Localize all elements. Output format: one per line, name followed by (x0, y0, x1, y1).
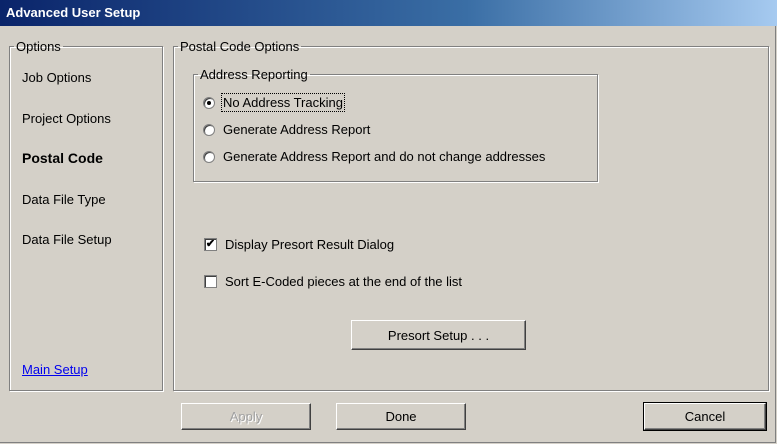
radio-indicator[interactable] (203, 123, 215, 136)
checkbox-box[interactable] (204, 275, 217, 288)
checkbox-label: Display Presort Result Dialog (225, 237, 395, 252)
radio-label: Generate Address Report and do not chang… (223, 149, 546, 164)
title-bar: Advanced User Setup (0, 0, 777, 26)
radio-no-address-tracking[interactable]: No Address Tracking (203, 93, 345, 112)
done-button[interactable]: Done (336, 403, 466, 430)
apply-button[interactable]: Apply (181, 403, 311, 430)
postal-code-options-legend: Postal Code Options (180, 39, 300, 54)
address-reporting-legend: Address Reporting (200, 67, 308, 82)
checkbox-display-presort-result[interactable]: ✔ Display Presort Result Dialog (204, 237, 394, 252)
nav-item-postal-code[interactable]: Postal Code (22, 150, 103, 166)
nav-item-data-file-setup[interactable]: Data File Setup (22, 232, 112, 247)
nav-item-project-options[interactable]: Project Options (22, 111, 111, 126)
radio-indicator[interactable] (203, 150, 215, 163)
radio-indicator[interactable] (203, 96, 215, 109)
radio-label: No Address Tracking (221, 93, 345, 112)
checkbox-label: Sort E-Coded pieces at the end of the li… (225, 274, 463, 289)
checkbox-sort-e-coded[interactable]: Sort E-Coded pieces at the end of the li… (204, 274, 462, 289)
options-panel: Options (9, 39, 163, 391)
radio-generate-report-no-change[interactable]: Generate Address Report and do not chang… (203, 149, 545, 164)
cancel-button[interactable]: Cancel (643, 402, 767, 431)
nav-item-job-options[interactable]: Job Options (22, 70, 91, 85)
presort-setup-button[interactable]: Presort Setup . . . (351, 320, 526, 350)
radio-generate-address-report[interactable]: Generate Address Report (203, 122, 370, 137)
main-setup-link[interactable]: Main Setup (22, 362, 88, 377)
radio-label: Generate Address Report (223, 122, 371, 137)
options-legend: Options (16, 39, 61, 54)
checkbox-box[interactable]: ✔ (204, 238, 217, 251)
nav-item-data-file-type[interactable]: Data File Type (22, 192, 106, 207)
window-title: Advanced User Setup (6, 5, 141, 20)
